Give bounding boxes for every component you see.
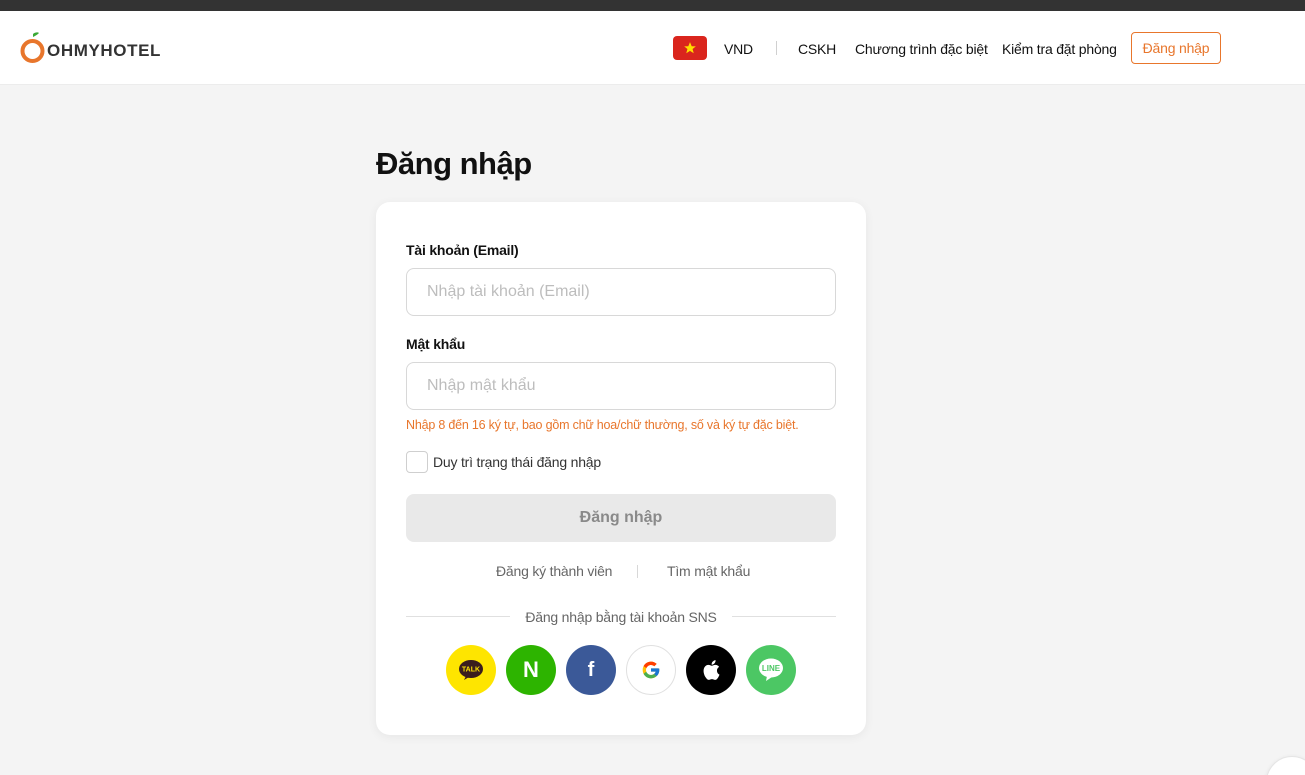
email-input[interactable]: [406, 268, 836, 316]
sns-title: Đăng nhập bằng tài khoản SNS: [525, 609, 717, 625]
remember-label[interactable]: Duy trì trạng thái đăng nhập: [433, 454, 601, 470]
links-divider: [637, 565, 638, 578]
login-card: Tài khoản (Email) Mật khẩu Nhập 8 đến 16…: [376, 202, 866, 735]
sns-divider-right: [732, 616, 836, 617]
vietnam-flag-icon[interactable]: [673, 36, 707, 60]
line-login-button[interactable]: LINE: [746, 645, 796, 695]
remember-checkbox[interactable]: [406, 451, 428, 473]
line-icon: LINE: [759, 658, 783, 681]
star-icon: [684, 42, 696, 54]
naver-icon: N: [523, 657, 539, 682]
currency-selector[interactable]: VND: [724, 41, 753, 57]
site-header: OHMYHOTEL VND CSKH Chương trình đặc biệt…: [0, 11, 1305, 85]
logo-text: OHMYHOTEL: [47, 41, 162, 60]
naver-login-button[interactable]: N: [506, 645, 556, 695]
svg-text:LINE: LINE: [762, 664, 781, 673]
facebook-icon: f: [587, 658, 595, 681]
password-hint: Nhập 8 đến 16 ký tự, bao gồm chữ hoa/chữ…: [406, 418, 799, 432]
google-icon: [642, 661, 660, 679]
facebook-login-button[interactable]: f: [566, 645, 616, 695]
nav-divider: [776, 41, 777, 55]
page-title: Đăng nhập: [376, 146, 532, 181]
kakao-login-button[interactable]: TALK: [446, 645, 496, 695]
browser-top-strip: [0, 0, 1305, 11]
nav-special-programs[interactable]: Chương trình đặc biệt: [855, 41, 988, 57]
login-submit-button[interactable]: Đăng nhập: [406, 494, 836, 542]
nav-check-booking[interactable]: Kiểm tra đặt phòng: [1002, 41, 1117, 57]
apple-login-button[interactable]: [686, 645, 736, 695]
orange-logo-icon: [20, 32, 45, 63]
apple-icon: [703, 660, 720, 680]
ohmyhotel-logo[interactable]: OHMYHOTEL: [20, 31, 161, 65]
find-password-link[interactable]: Tìm mật khẩu: [667, 563, 750, 579]
google-login-button[interactable]: [626, 645, 676, 695]
nav-customer-support[interactable]: CSKH: [798, 41, 836, 57]
sns-buttons: TALK N f LINE: [446, 645, 796, 695]
svg-text:TALK: TALK: [462, 667, 480, 674]
header-login-button[interactable]: Đăng nhập: [1131, 32, 1221, 64]
scroll-top-button[interactable]: [1266, 756, 1305, 775]
password-label: Mật khẩu: [406, 336, 466, 352]
password-input[interactable]: [406, 362, 836, 410]
remember-me[interactable]: Duy trì trạng thái đăng nhập: [406, 451, 601, 473]
signup-link[interactable]: Đăng ký thành viên: [496, 563, 612, 579]
kakao-talk-icon: TALK: [459, 660, 483, 680]
email-label: Tài khoản (Email): [406, 242, 519, 258]
